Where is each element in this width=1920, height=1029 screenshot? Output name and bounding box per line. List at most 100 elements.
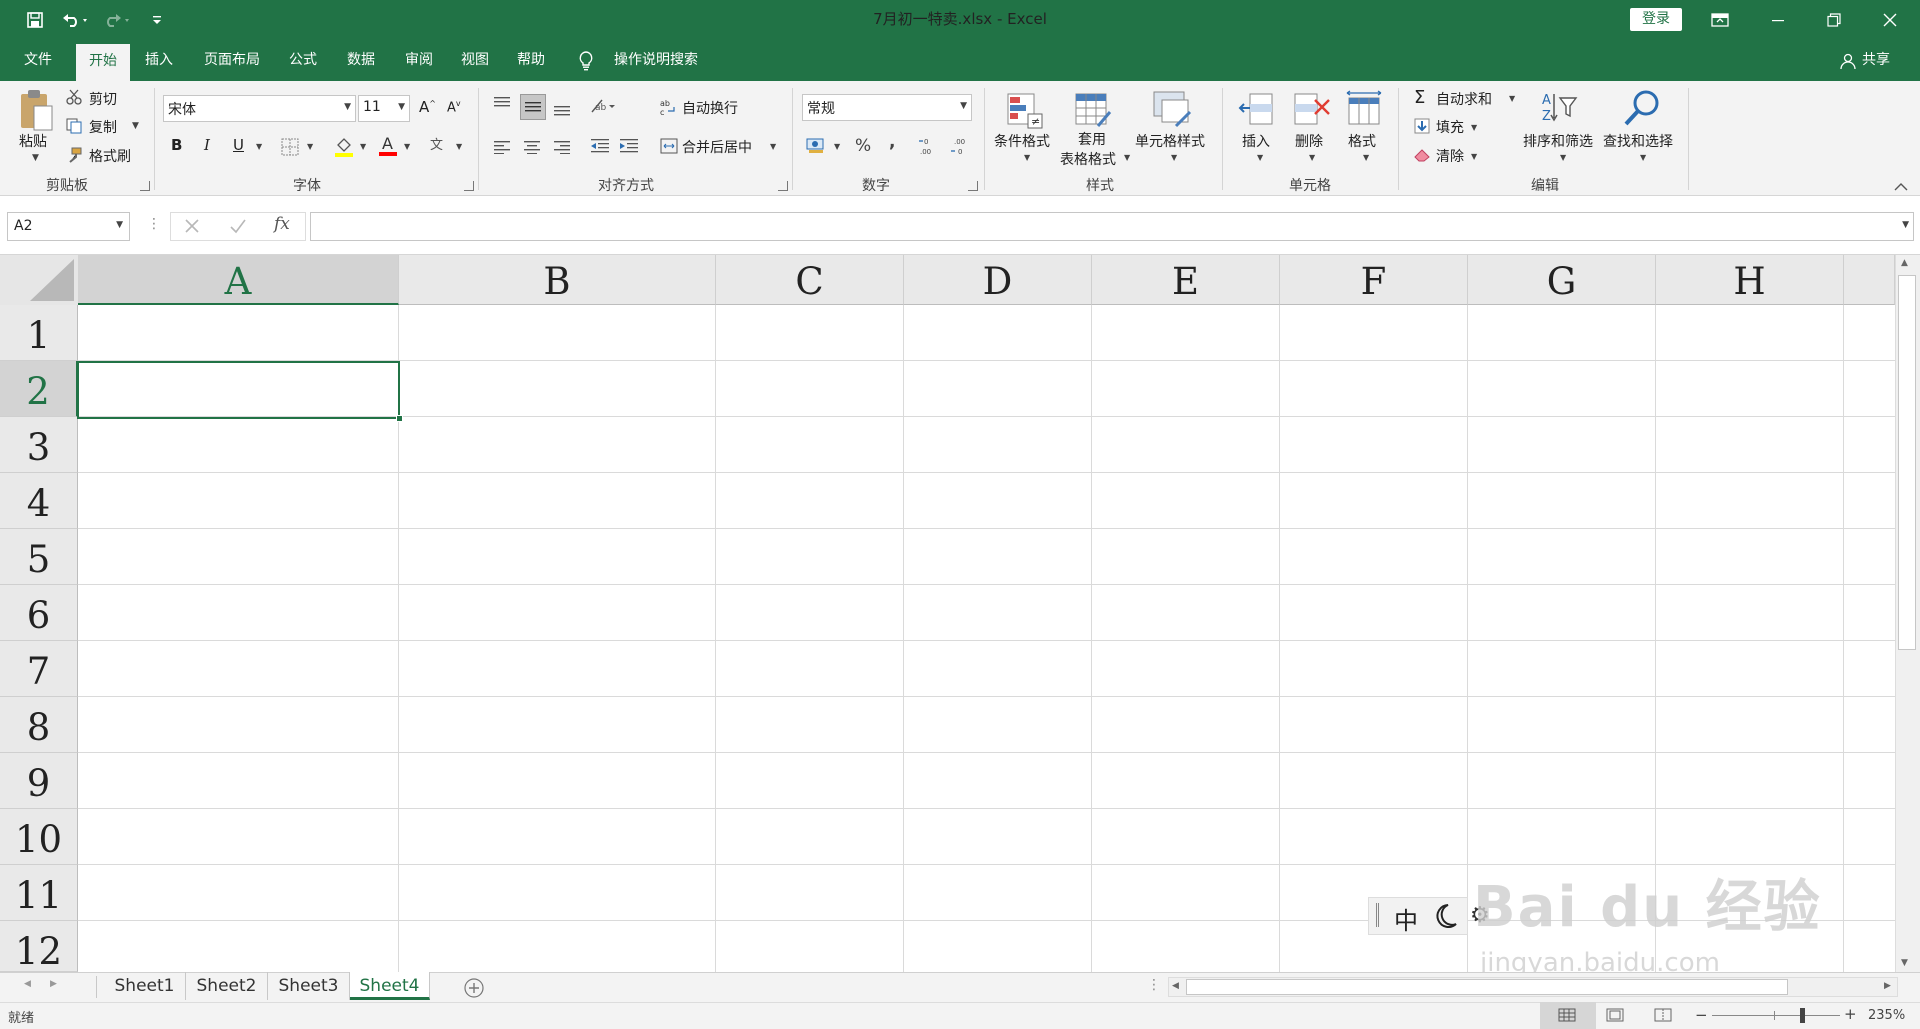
column-header-f[interactable]: F: [1280, 255, 1468, 305]
row-header-7[interactable]: 7: [0, 641, 78, 697]
decrease-indent-icon[interactable]: [590, 138, 610, 154]
find-select-icon[interactable]: [1622, 88, 1662, 128]
conditional-format-icon[interactable]: ≠: [1006, 92, 1046, 130]
collapse-ribbon-icon[interactable]: [1894, 182, 1908, 192]
insert-function-button[interactable]: fx: [274, 214, 290, 234]
restore-icon[interactable]: [1806, 0, 1862, 39]
tab-help[interactable]: 帮助: [508, 39, 554, 81]
increase-font-icon[interactable]: A^: [419, 98, 436, 116]
font-color-dropdown-icon[interactable]: ▼: [404, 142, 410, 151]
prev-sheet-icon[interactable]: ◀: [24, 979, 31, 989]
row-header-4[interactable]: 4: [0, 473, 78, 529]
sheet-tab-4[interactable]: Sheet4: [350, 972, 430, 1000]
delete-cells-icon[interactable]: [1293, 92, 1331, 126]
horizontal-scroll-thumb[interactable]: [1186, 979, 1788, 995]
select-all-corner[interactable]: [0, 255, 78, 305]
zoom-level[interactable]: 235%: [1868, 1008, 1905, 1023]
decrease-font-icon[interactable]: Av: [447, 99, 461, 115]
cut-button[interactable]: 剪切: [89, 89, 117, 109]
scroll-right-icon[interactable]: ▶: [1884, 981, 1891, 991]
moon-icon[interactable]: [1432, 902, 1458, 930]
copy-button[interactable]: 复制: [89, 117, 117, 137]
sort-dropdown-icon[interactable]: ▼: [1560, 153, 1566, 162]
ribbon-display-icon[interactable]: [1692, 0, 1748, 39]
column-header-e[interactable]: E: [1092, 255, 1280, 305]
row-header-12[interactable]: 12: [0, 921, 78, 972]
align-center-icon[interactable]: [523, 140, 541, 154]
column-header-d[interactable]: D: [904, 255, 1092, 305]
align-right-icon[interactable]: [553, 140, 571, 154]
row-header-10[interactable]: 10: [0, 809, 78, 865]
zoom-in-icon[interactable]: +: [1844, 1005, 1857, 1023]
tab-data[interactable]: 数据: [338, 39, 384, 81]
paste-dropdown-icon[interactable]: ▼: [32, 153, 39, 163]
cell-styles-dropdown-icon[interactable]: ▼: [1171, 153, 1177, 162]
format-as-table-dropdown-icon[interactable]: ▼: [1124, 153, 1130, 162]
merge-center-button[interactable]: 合并后居中: [682, 137, 752, 157]
undo-icon[interactable]: [58, 0, 94, 39]
alignment-launcher-icon[interactable]: [778, 181, 788, 191]
font-name-select[interactable]: 宋体 ▼: [163, 95, 356, 122]
clear-icon[interactable]: [1414, 148, 1430, 162]
row-header-11[interactable]: 11: [0, 865, 78, 921]
copy-dropdown-icon[interactable]: ▼: [132, 121, 139, 131]
copy-icon[interactable]: [66, 118, 82, 134]
align-left-icon[interactable]: [493, 140, 511, 154]
lightbulb-icon[interactable]: [578, 51, 594, 71]
tab-insert[interactable]: 插入: [136, 39, 182, 81]
cell-styles-button[interactable]: 单元格样式: [1135, 131, 1205, 151]
share-icon[interactable]: [1840, 53, 1856, 69]
accounting-icon[interactable]: [806, 136, 826, 154]
column-header-partial[interactable]: [1844, 255, 1895, 305]
autosum-button[interactable]: 自动求和: [1436, 89, 1492, 109]
expand-formula-icon[interactable]: ▼: [1902, 220, 1909, 230]
fill-dropdown-icon[interactable]: ▼: [1471, 123, 1477, 132]
conditional-format-button[interactable]: 条件格式: [994, 131, 1050, 151]
autosum-icon[interactable]: Σ: [1414, 87, 1425, 108]
fill-color-icon[interactable]: [334, 136, 354, 158]
align-middle-icon[interactable]: [520, 94, 546, 120]
tab-view[interactable]: 视图: [452, 39, 498, 81]
font-color-icon[interactable]: A: [378, 134, 398, 158]
accounting-dropdown-icon[interactable]: ▼: [834, 142, 840, 151]
sort-filter-button[interactable]: 排序和筛选: [1523, 131, 1593, 151]
cut-icon[interactable]: [66, 89, 82, 105]
border-icon[interactable]: [281, 138, 299, 156]
paste-icon[interactable]: [18, 88, 54, 132]
underline-button[interactable]: U: [233, 136, 244, 154]
autosum-dropdown-icon[interactable]: ▼: [1509, 94, 1515, 103]
wrap-text-icon[interactable]: ab c: [660, 98, 678, 116]
increase-indent-icon[interactable]: [619, 138, 639, 154]
paste-button[interactable]: 粘贴: [19, 131, 47, 151]
zoom-slider-track[interactable]: [1712, 1015, 1840, 1016]
row-header-5[interactable]: 5: [0, 529, 78, 585]
page-break-icon[interactable]: [1654, 1008, 1672, 1022]
row-header-2[interactable]: 2: [0, 361, 78, 417]
login-button[interactable]: 登录: [1630, 8, 1682, 31]
row-header-6[interactable]: 6: [0, 585, 78, 641]
ime-grip-icon[interactable]: [1376, 903, 1379, 927]
scroll-left-icon[interactable]: ◀: [1172, 981, 1179, 991]
sheet-tab-3[interactable]: Sheet3: [268, 972, 350, 1000]
share-button[interactable]: 共享: [1856, 39, 1896, 81]
fill-color-dropdown-icon[interactable]: ▼: [360, 142, 366, 151]
align-top-icon[interactable]: [493, 96, 511, 110]
zoom-out-icon[interactable]: −: [1695, 1006, 1708, 1024]
row-header-9[interactable]: 9: [0, 753, 78, 809]
phonetic-dropdown-icon[interactable]: ▼: [456, 142, 462, 151]
font-launcher-icon[interactable]: [464, 181, 474, 191]
sort-filter-icon[interactable]: AZ: [1540, 90, 1580, 126]
find-select-button[interactable]: 查找和选择: [1603, 131, 1673, 151]
merge-dropdown-icon[interactable]: ▼: [770, 142, 776, 151]
number-format-select[interactable]: 常规 ▼: [802, 94, 972, 121]
clipboard-launcher-icon[interactable]: [140, 181, 150, 191]
merge-center-icon[interactable]: [660, 138, 678, 154]
format-painter-button[interactable]: 格式刷: [89, 146, 131, 166]
percent-button[interactable]: %: [855, 136, 871, 156]
format-cells-button[interactable]: 格式: [1348, 131, 1376, 151]
column-header-h[interactable]: H: [1656, 255, 1844, 305]
confirm-entry-icon[interactable]: [229, 218, 247, 234]
orientation-icon[interactable]: ab: [590, 98, 616, 114]
column-header-b[interactable]: B: [399, 255, 716, 305]
column-header-g[interactable]: G: [1468, 255, 1656, 305]
